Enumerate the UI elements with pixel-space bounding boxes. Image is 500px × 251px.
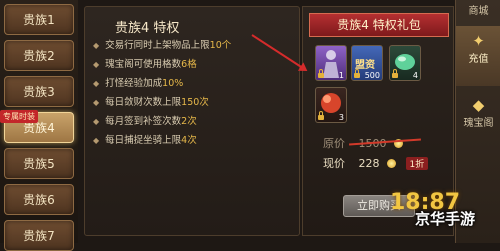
tier-label: 贵族2 [23,49,55,63]
gift-slot-orb[interactable]: 3 [315,87,347,123]
privilege-value: 150次 [181,97,209,108]
lock-icon [318,69,324,78]
exclusive-fashion-badge: 专属时装 [0,110,38,123]
privilege-text: 打怪经验加成 [105,78,163,89]
gift-slot-gem[interactable]: 4 [389,45,421,81]
bullet-icon: ◆ [93,41,100,50]
tier-6-button[interactable]: 贵族6 [4,184,74,215]
treasure-icon: ◆ [472,96,485,114]
current-price-row: 现价 228 1折 [323,155,429,171]
lock-icon [318,111,324,120]
privilege-text: 每月签到补签次数 [105,116,182,127]
privilege-text: 每日捕捉坐骑上限 [105,135,182,146]
item-quantity: 1 [338,71,344,80]
current-price-label: 现价 [323,157,345,170]
tab-label: 充值 [468,54,489,65]
lock-icon [354,69,360,78]
item-quantity: 4 [412,71,418,80]
privilege-item: ◆ 每日敛财次数上限150次 [93,94,209,108]
shop-tab-column: 商城 ✦ 充值 ◆ 瑰宝阁 [455,0,500,243]
recharge-icon: ✦ [472,32,485,50]
tier-5-button[interactable]: 贵族5 [4,148,74,179]
tab-label: 商城 [468,6,489,17]
current-price: 228 [358,157,380,170]
tier-label: 贵族1 [23,13,55,27]
privilege-value: 2次 [181,116,197,127]
tier-3-button[interactable]: 贵族3 [4,76,74,107]
privilege-value: 10% [162,78,184,89]
bullet-icon: ◆ [93,117,100,126]
privilege-title: 贵族4 特权 [115,21,180,36]
tab-label: 瑰宝阁 [463,118,494,129]
privilege-item: ◆ 打怪经验加成10% [93,75,183,89]
item-quantity: 500 [364,71,380,80]
bullet-icon: ◆ [93,98,100,107]
tab-treasure-pavilion[interactable]: ◆ 瑰宝阁 [456,90,500,150]
tier-7-button[interactable]: 贵族7 [4,220,74,251]
privilege-text: 每日敛财次数上限 [105,97,182,108]
tier-2-button[interactable]: 贵族2 [4,40,74,71]
bullet-icon: ◆ [93,60,100,69]
discount-badge: 1折 [405,157,429,170]
tier-label: 贵族5 [23,157,55,171]
bullet-icon: ◆ [93,79,100,88]
item-quantity: 3 [338,113,344,122]
tier-label: 贵族7 [23,229,55,243]
coin-icon [387,159,396,168]
privilege-item: ◆ 交易行同时上架物品上限10个 [93,37,231,51]
privilege-item: ◆ 瑰宝阁可使用格数6格 [93,56,197,70]
privilege-text: 瑰宝阁可使用格数 [105,59,182,70]
privilege-text: 交易行同时上架物品上限 [105,40,210,51]
tier-1-button[interactable]: 贵族1 [4,4,74,35]
privilege-panel: 贵族4 特权 ◆ 交易行同时上架物品上限10个 ◆ 瑰宝阁可使用格数6格 ◆ 打怪经验… [84,6,300,236]
privilege-value: 6格 [181,59,197,70]
original-price-row: 原价 1500 [323,135,421,151]
gift-slot-token[interactable]: 盟资 500 [351,45,383,81]
watermark-text: 京华手游 [414,210,475,228]
tier-label: 贵族6 [23,193,55,207]
gift-slot-fashion[interactable]: 1 [315,45,347,81]
privilege-item: ◆ 每日捕捉坐骑上限4次 [93,132,197,146]
tab-mall[interactable]: 商城 [456,2,500,22]
tab-recharge[interactable]: ✦ 充值 [456,26,500,86]
privilege-item: ◆ 每月签到补签次数2次 [93,113,197,127]
bullet-icon: ◆ [93,136,100,145]
privilege-value: 4次 [181,135,197,146]
gift-pack-title: 贵族4 特权礼包 [309,13,449,37]
privilege-value: 10个 [209,40,232,51]
tier-label: 贵族3 [23,85,55,99]
noble-tier-list: 贵族1 贵族2 贵族3 贵族4 专属时装 贵族5 贵族6 贵族7 [0,0,78,251]
original-price-label: 原价 [323,137,345,150]
lock-icon [392,69,398,78]
